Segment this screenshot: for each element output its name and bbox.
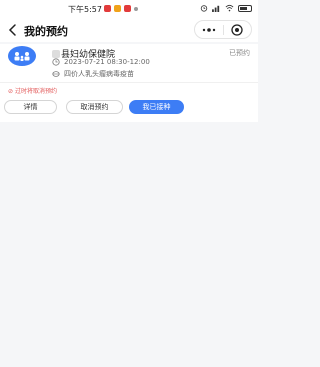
cancel-appointment-button[interactable]: 取消预约 <box>66 100 123 114</box>
vaccine-row: 四价人乳头瘤病毒疫苗 <box>52 69 134 79</box>
appointment-status-badge: 已预约 <box>229 49 250 57</box>
back-arrow-icon[interactable] <box>6 23 20 37</box>
mini-program-capsule <box>194 20 252 39</box>
wifi-icon <box>225 4 234 12</box>
status-time: 下午5:57 <box>68 5 102 14</box>
app-notification-icon <box>114 5 121 12</box>
appointment-datetime: 2023-07-21 08:30-12:00 <box>64 58 150 66</box>
detail-button[interactable]: 详情 <box>4 100 57 114</box>
close-mini-program-icon[interactable] <box>224 21 251 38</box>
page-title: 我的预约 <box>24 25 68 38</box>
status-bar: 下午5:57 <box>0 0 258 18</box>
app-notification-icon <box>124 5 131 12</box>
more-options-icon[interactable] <box>195 21 223 38</box>
app-notification-icon <box>104 5 111 12</box>
battery-icon <box>238 4 252 12</box>
notification-icons <box>104 5 138 12</box>
vaccinated-confirm-button[interactable]: 我已接种 <box>129 100 184 114</box>
family-avatar-icon <box>8 46 36 66</box>
nav-bar: 我的预约 <box>0 18 258 42</box>
signal-icon <box>212 5 220 12</box>
cancel-warning: ⊘ 过时将取消预约 <box>8 88 57 95</box>
vaccine-icon <box>52 71 60 77</box>
alarm-icon <box>200 5 208 12</box>
card-divider <box>0 82 258 83</box>
appointment-time-row: 2023-07-21 08:30-12:00 <box>52 58 150 66</box>
system-status-icons <box>200 4 252 12</box>
clock-icon <box>52 58 60 66</box>
vaccine-name: 四价人乳头瘤病毒疫苗 <box>64 70 134 78</box>
redacted-mark <box>52 50 60 58</box>
dot-icon <box>134 7 138 11</box>
appointment-card: 县妇幼保健院 已预约 2023-07-21 08:30-12:00 四价人乳头瘤… <box>0 44 258 122</box>
